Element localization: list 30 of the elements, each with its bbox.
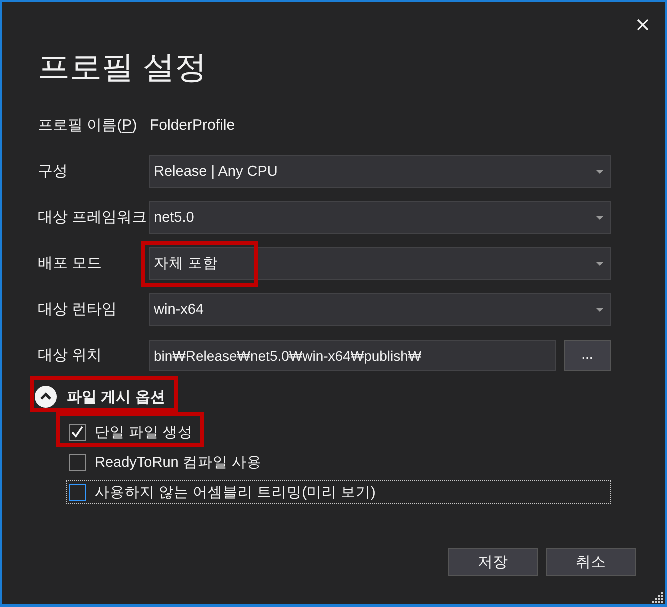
checkbox-label[interactable]: 단일 파일 생성 [95, 422, 194, 442]
dropdown[interactable]: Release | Any CPU [149, 155, 611, 188]
caret-icon [596, 262, 604, 266]
caret-icon [596, 308, 604, 312]
checkbox-label[interactable]: 사용하지 않는 어셈블리 트리밍(미리 보기) [95, 482, 376, 502]
cancel-button[interactable]: 취소 [546, 548, 636, 576]
resize-grip-icon[interactable] [652, 592, 663, 603]
caret-icon [596, 170, 604, 174]
field-label: 배포 모드 [38, 254, 104, 274]
check-icon [71, 426, 84, 438]
checkbox[interactable] [69, 454, 86, 470]
save-button[interactable]: 저장 [448, 548, 538, 576]
field-label: 프로필 이름(P) [38, 116, 138, 136]
field-label: 대상 프레임워크 [38, 208, 148, 228]
field-label: 대상 위치 [38, 346, 104, 366]
dropdown[interactable]: win-x64 [149, 293, 611, 326]
checkbox[interactable] [69, 424, 86, 440]
field-label: 대상 런타임 [38, 300, 118, 320]
caret-icon [596, 216, 604, 220]
checkbox[interactable] [69, 484, 86, 500]
dropdown[interactable]: net5.0 [149, 201, 611, 234]
section-header[interactable]: 파일 게시 옵션 [35, 386, 166, 408]
field-label: 구성 [38, 162, 69, 182]
profile-name-value: FolderProfile [149, 116, 236, 136]
dropdown[interactable]: 자체 포함 [149, 247, 611, 280]
window-title: 프로필 설정 [38, 48, 208, 87]
path-field[interactable]: bin₩Release₩net5.0₩win-x64₩publish₩ [149, 340, 556, 371]
browse-button[interactable]: ... [564, 340, 611, 371]
checkbox-label[interactable]: ReadyToRun 컴파일 사용 [95, 452, 262, 472]
close-icon [637, 19, 649, 31]
